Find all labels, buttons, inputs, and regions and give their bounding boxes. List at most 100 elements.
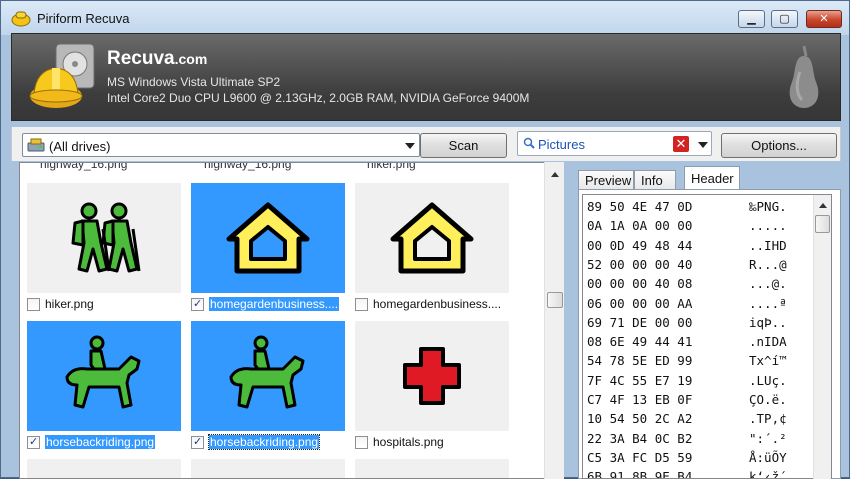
house-icon — [390, 202, 474, 274]
hex-row: 0A 1A 0A 00 00..... — [587, 218, 787, 236]
file-entry[interactable]: hiker.png — [27, 295, 181, 313]
chevron-down-icon — [405, 143, 415, 149]
app-window: Piriform Recuva ▁ ▢ ✕ Recuva.com MS Wind… — [0, 0, 850, 479]
hex-bytes: C5 3A FC D5 59 — [587, 449, 693, 465]
file-type-filter[interactable]: Pictures ✕ — [517, 131, 712, 156]
scroll-up-icon[interactable] — [819, 203, 827, 208]
scroll-thumb[interactable] — [547, 292, 563, 308]
hiker-icon — [71, 202, 141, 273]
hardware-info: Intel Core2 Duo CPU L9600 @ 2.13GHz, 2.0… — [107, 91, 530, 105]
hex-bytes: 54 78 5E ED 99 — [587, 353, 693, 369]
hex-ascii: .TP,¢ — [749, 411, 787, 427]
hex-bytes: 0A 1A 0A 00 00 — [587, 218, 693, 234]
list-item-label: highway_16.png — [40, 162, 128, 171]
file-entry[interactable]: homegardenbusiness.... — [191, 295, 345, 313]
hex-row: 00 00 00 40 08 ...@. — [587, 276, 787, 294]
hex-bytes: 10 54 50 2C A2 — [587, 411, 693, 427]
close-button[interactable]: ✕ — [806, 10, 842, 28]
hex-row: 10 54 50 2C A2 .TP,¢ — [587, 411, 787, 429]
hex-bytes: 52 00 00 00 40 — [587, 256, 693, 272]
hex-ascii: Tx^í™ — [749, 353, 787, 369]
tab-info[interactable]: Info — [634, 170, 676, 191]
hex-row: 69 71 DE 00 00 iqÞ.. — [587, 314, 787, 333]
minimize-button[interactable]: ▁ — [738, 10, 765, 28]
clear-filter-icon[interactable]: ✕ — [673, 136, 689, 152]
pear-logo-icon — [789, 45, 819, 108]
hex-bytes: 00 0D 49 48 44 — [587, 237, 693, 253]
thumbnail-hiker[interactable] — [27, 183, 181, 293]
hex-row: 7F 4C 55 E7 19 .LUç. — [587, 373, 787, 391]
hex-row: 89 50 4E 47 0D ‰PNG. — [587, 199, 787, 217]
filter-value: Pictures — [538, 137, 585, 152]
thumbnail-hospitals[interactable] — [355, 321, 509, 431]
hex-ascii: iqÞ.. — [749, 314, 787, 330]
drive-select[interactable]: (All drives) — [22, 133, 420, 157]
results-grid[interactable]: highway_16.png highway_16.png hiker.png — [19, 162, 564, 479]
toolbar: (All drives) Scan Pictures ✕ Options... — [11, 127, 841, 161]
hex-view[interactable]: 89 50 4E 47 0D ‰PNG. 0A 1A 0A 00 00..... 00… — [582, 194, 832, 479]
thumbnail-homegarden[interactable] — [355, 183, 509, 293]
results-scrollbar[interactable] — [544, 162, 564, 479]
file-checkbox[interactable] — [191, 435, 204, 449]
hex-row: 52 00 00 00 40 R...@ — [587, 256, 787, 275]
hex-bytes: 22 3A B4 0C B2 — [587, 430, 693, 446]
os-info: MS Windows Vista Ultimate SP2 — [107, 75, 281, 89]
hex-ascii: .nIDA — [749, 334, 787, 350]
file-name: homegardenbusiness.... — [373, 297, 502, 311]
hex-row: C5 3A FC D5 59 Å:üÕY — [587, 449, 787, 468]
house-icon — [226, 202, 310, 274]
file-entry[interactable]: horsebackriding.png — [27, 433, 181, 451]
thumbnail-horseback[interactable] — [27, 321, 181, 431]
file-entry[interactable]: hospitals.png — [355, 433, 509, 451]
hex-ascii: Å:üÕY — [749, 449, 787, 465]
tab-header[interactable]: Header — [684, 166, 740, 191]
tab-preview[interactable]: Preview — [578, 170, 634, 191]
hex-ascii: ..... — [749, 218, 787, 234]
file-entry[interactable]: homegardenbusiness.... — [355, 295, 509, 313]
thumbnail-horseback[interactable] — [191, 321, 345, 431]
hex-row: 06 00 00 00 AA ....ª — [587, 296, 787, 314]
thumbnail-homegarden[interactable] — [191, 183, 345, 293]
hex-row: 54 78 5E ED 99 Tx^í™ — [587, 353, 787, 371]
hex-ascii: ..IHD — [749, 237, 787, 253]
hex-ascii: R...@ — [749, 256, 787, 272]
file-checkbox[interactable] — [355, 436, 368, 449]
scan-button[interactable]: Scan — [420, 133, 507, 158]
hex-bytes: C7 4F 13 EB 0F — [587, 392, 693, 407]
hex-scrollbar[interactable] — [813, 195, 831, 479]
scroll-up-icon[interactable] — [551, 172, 559, 177]
maximize-button[interactable]: ▢ — [771, 10, 798, 28]
thumbnail-partial[interactable] — [191, 459, 345, 478]
thumbnail-partial[interactable] — [27, 459, 181, 478]
title-bar[interactable]: Piriform Recuva ▁ ▢ ✕ — [1, 1, 849, 35]
hex-ascii: ÇO.ë. — [749, 392, 787, 407]
scroll-thumb[interactable] — [815, 215, 830, 233]
hex-ascii: ...@. — [749, 276, 787, 292]
thumbnail-partial[interactable] — [355, 459, 509, 478]
hex-ascii: .LUç. — [749, 372, 787, 388]
recuva-app-icon — [11, 11, 31, 27]
horse-rider-icon — [65, 335, 141, 409]
file-checkbox[interactable] — [191, 297, 204, 311]
brand-main: Recuva — [107, 48, 175, 69]
hex-bytes: 08 6E 49 44 41 — [587, 334, 693, 350]
hex-row: 00 0D 49 48 44 ..IHD — [587, 237, 787, 256]
file-name: hospitals.png — [373, 435, 444, 449]
options-button[interactable]: Options... — [721, 133, 837, 158]
file-checkbox[interactable] — [355, 298, 368, 311]
hex-ascii: ....ª — [749, 295, 787, 311]
hex-bytes: 00 00 00 40 08 — [587, 276, 693, 292]
chevron-down-icon[interactable] — [698, 142, 708, 148]
recuva-logo-icon — [29, 43, 95, 108]
file-entry[interactable]: horsebackriding.png — [191, 433, 345, 451]
brand-name: Recuva.com — [107, 48, 207, 70]
file-name: hiker.png — [45, 297, 94, 311]
hex-row: 08 6E 49 44 41 .nIDA — [587, 334, 787, 352]
hex-ascii: ‰PNG. — [749, 199, 787, 214]
header-banner: Recuva.com MS Windows Vista Ultimate SP2… — [11, 33, 841, 121]
window-title: Piriform Recuva — [37, 11, 130, 26]
hex-bytes: 69 71 DE 00 00 — [587, 314, 693, 330]
file-checkbox[interactable] — [27, 298, 40, 311]
file-checkbox[interactable] — [27, 435, 40, 449]
drive-icon — [27, 138, 45, 152]
